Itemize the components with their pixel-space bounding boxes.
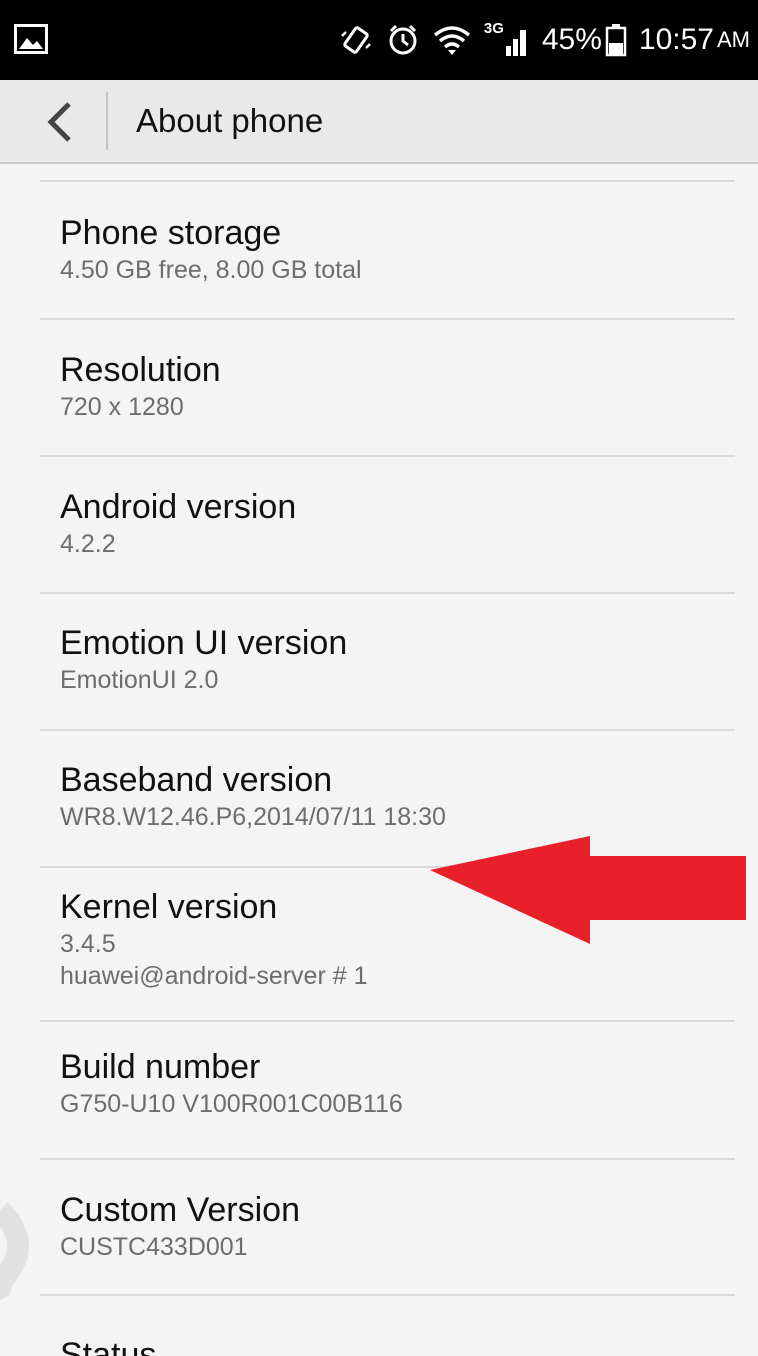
annotation-arrow: [430, 836, 746, 944]
list-item-status[interactable]: Status: [60, 1334, 740, 1356]
item-title: Status: [60, 1336, 157, 1356]
list-item-resolution[interactable]: Resolution 720 x 1280: [60, 349, 740, 423]
status-icons: 3G 45% 10:57 AM: [326, 18, 750, 62]
list-divider: [40, 1020, 735, 1022]
list-divider: [40, 455, 735, 457]
page-title: About phone: [136, 102, 324, 139]
item-title: Build number: [60, 1048, 261, 1086]
item-subtitle: EmotionUI 2.0: [60, 666, 219, 694]
list-divider: [40, 180, 735, 182]
list-item-custom-version[interactable]: Custom Version CUSTC433D001: [60, 1189, 740, 1263]
item-subtitle: CUSTC433D001: [60, 1233, 248, 1261]
list-divider: [40, 318, 735, 320]
clock-time: 10:57: [638, 23, 714, 56]
battery-icon: [605, 24, 627, 57]
status-bar: 3G 45% 10:57 AM: [0, 0, 758, 80]
item-title: Emotion UI version: [60, 624, 348, 662]
item-title: Resolution: [60, 351, 221, 389]
item-subtitle: 4.2.2: [60, 530, 116, 558]
item-subtitle: G750-U10 V100R001C00B116: [60, 1090, 403, 1118]
list-item-baseband-version[interactable]: Baseband version WR8.W12.46.P6,2014/07/1…: [60, 759, 740, 833]
vibrate-icon: [340, 26, 371, 54]
alarm-icon: [389, 24, 417, 55]
list-divider: [40, 729, 735, 731]
back-button[interactable]: [30, 92, 90, 152]
app-bar-divider: [106, 92, 108, 150]
item-title: Custom Version: [60, 1191, 300, 1229]
list-item-android-version[interactable]: Android version 4.2.2: [60, 486, 740, 560]
item-subtitle: 4.50 GB free, 8.00 GB total: [60, 256, 362, 284]
list-divider: [40, 1158, 735, 1160]
clock: 10:57 AM: [639, 23, 750, 57]
network-3g-signal-icon: 3G: [484, 20, 530, 58]
item-title: Baseband version: [60, 761, 333, 799]
app-bar: About phone: [0, 80, 758, 164]
list-item-phone-storage[interactable]: Phone storage 4.50 GB free, 8.00 GB tota…: [60, 212, 740, 286]
battery-percent: 45%: [541, 23, 602, 56]
list-item-build-number[interactable]: Build number G750-U10 V100R001C00B116: [60, 1046, 740, 1120]
wifi-icon: [433, 26, 470, 55]
list-divider: [40, 1294, 735, 1296]
image-icon: [14, 24, 48, 54]
watermark-fragment: [0, 1202, 29, 1300]
chevron-left-icon: [47, 102, 71, 142]
item-title: Android version: [60, 488, 297, 526]
item-subtitle: WR8.W12.46.P6,2014/07/11 18:30: [60, 803, 446, 831]
item-subtitle-secondary: huawei@android-server # 1: [60, 962, 368, 990]
clock-ampm: AM: [717, 27, 750, 52]
settings-list[interactable]: Phone storage 4.50 GB free, 8.00 GB tota…: [0, 164, 758, 1356]
list-item-emotion-ui-version[interactable]: Emotion UI version EmotionUI 2.0: [60, 622, 740, 696]
list-divider: [40, 592, 735, 594]
item-subtitle: 720 x 1280: [60, 393, 184, 421]
item-title: Phone storage: [60, 214, 282, 252]
